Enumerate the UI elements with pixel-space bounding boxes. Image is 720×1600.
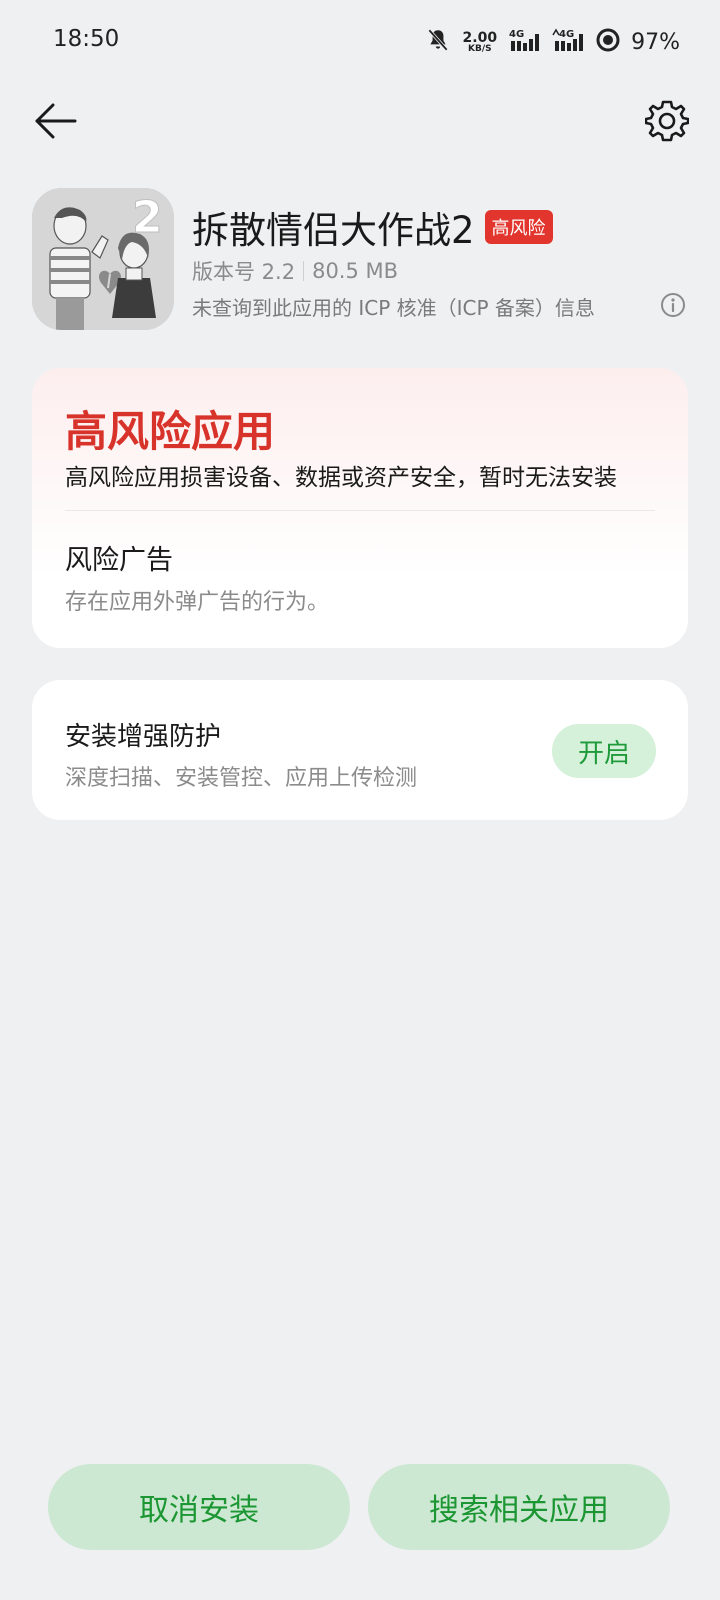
risk-title: 高风险应用 [65,407,276,456]
bell-muted-icon [425,27,451,57]
enable-protection-button[interactable]: 开启 [552,724,656,778]
protection-card: 安装增强防护 深度扫描、安装管控、应用上传检测 开启 [32,680,688,820]
signal-4g-icon: 4G [509,27,543,57]
protection-title: 安装增强防护 [65,722,222,752]
info-icon [660,292,686,322]
signal2-label: 4G [559,29,574,40]
search-related-apps-button[interactable]: 搜索相关应用 [368,1464,670,1550]
status-bar: 18:50 2.00 KB/S 4G 4G 97% [0,0,720,84]
gear-icon [644,99,690,147]
battery-percent: 97% [631,29,680,55]
app-size: 80.5 MB [312,259,399,283]
meta-divider [303,261,305,281]
back-button[interactable] [28,96,82,150]
signal-4g-icon: 4G [551,27,587,57]
risk-ad-description: 存在应用外弹广告的行为。 [65,590,330,615]
icp-notice: 未查询到此应用的 ICP 核准（ICP 备案）信息 [192,296,595,320]
app-version: 版本号 2.2 [192,260,296,284]
net-speed: 2.00 KB/S [463,31,498,54]
status-icons: 2.00 KB/S 4G 4G 97% [425,26,680,58]
risk-badge: 高风险 [484,210,553,244]
protection-description: 深度扫描、安装管控、应用上传检测 [65,766,418,791]
app-name: 拆散情侣大作战2 [192,209,475,252]
net-speed-value: 2.00 [462,29,498,46]
app-title-row: 拆散情侣大作战2 高风险 [192,200,553,254]
net-speed-unit: KB/S [468,43,492,54]
settings-button[interactable] [640,96,694,150]
app-meta: 版本号 2.2 80.5 MB [192,256,398,286]
risk-card: 高风险应用 高风险应用损害设备、数据或资产安全，暂时无法安装 风险广告 存在应用… [32,368,688,648]
cancel-install-button[interactable]: 取消安装 [48,1464,350,1550]
battery-ring-icon [595,27,621,57]
arrow-left-icon [33,101,77,145]
info-button[interactable] [658,292,688,322]
app-icon: 2 [32,188,174,330]
risk-description: 高风险应用损害设备、数据或资产安全，暂时无法安装 [65,465,617,491]
card-divider [65,510,655,511]
status-time: 18:50 [53,26,120,52]
signal1-label: 4G [509,29,524,40]
risk-ad-title: 风险广告 [65,545,173,576]
